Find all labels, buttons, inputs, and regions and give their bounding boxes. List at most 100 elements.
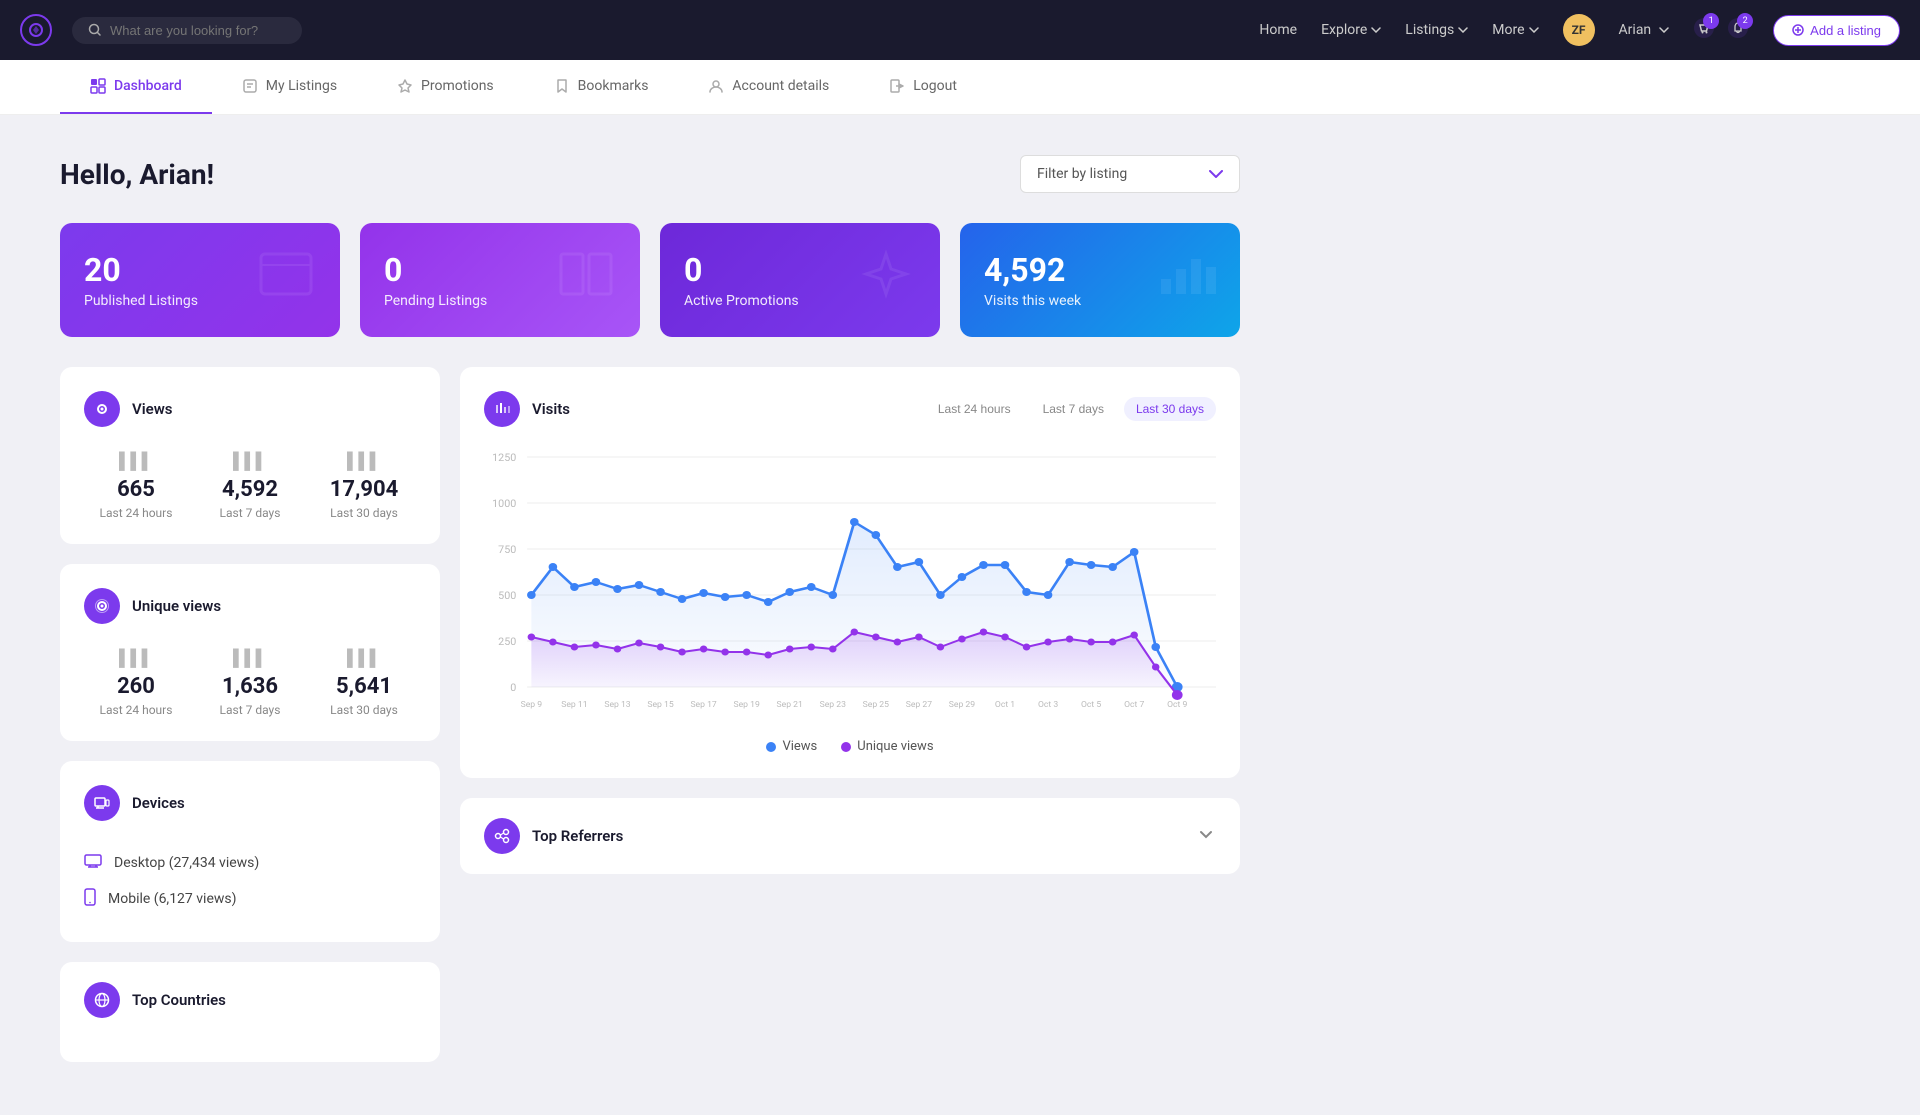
svg-text:1250: 1250 [492, 451, 516, 464]
cart-icon[interactable]: 1 [1693, 17, 1715, 43]
top-countries-icon [84, 982, 120, 1018]
time-filters: Last 24 hours Last 7 days Last 30 days [926, 397, 1216, 421]
svg-text:Sep 11: Sep 11 [561, 700, 587, 710]
filter-24h[interactable]: Last 24 hours [926, 397, 1023, 421]
svg-text:Sep 25: Sep 25 [863, 700, 890, 710]
search-bar[interactable] [72, 17, 302, 44]
views-30d: ▌▌▌ 17,904 Last 30 days [312, 451, 416, 520]
views-stats-row: ▌▌▌ 665 Last 24 hours ▌▌▌ 4,592 Last 7 d… [84, 451, 416, 520]
visits-icon [1156, 249, 1216, 311]
cart-badge: 1 [1703, 13, 1719, 29]
nav-links: Home Explore Listings More ZF Arian 1 2 [1259, 14, 1900, 46]
mobile-label: Mobile (6,127 views) [108, 891, 237, 907]
filter-30d[interactable]: Last 30 days [1124, 397, 1216, 421]
sub-navigation: Dashboard My Listings Promotions Bookmar… [0, 60, 1920, 115]
device-list: Desktop (27,434 views) Mobile (6,127 vie… [84, 845, 416, 918]
right-column: Visits Last 24 hours Last 7 days Last 30… [460, 367, 1240, 1062]
views-widget-header: Views [84, 391, 416, 427]
devices-widget-title: Devices [132, 794, 185, 812]
unique-views-stats-row: ▌▌▌ 260 Last 24 hours ▌▌▌ 1,636 Last 7 d… [84, 648, 416, 717]
legend-views: Views [766, 739, 817, 754]
svg-text:750: 750 [498, 543, 516, 556]
pending-icon [556, 249, 616, 311]
referrers-icon [484, 818, 520, 854]
nav-more[interactable]: More [1492, 22, 1538, 38]
unique-7d-label: Last 7 days [198, 703, 302, 717]
chart-legend: Views Unique views [484, 739, 1216, 754]
svg-text:Oct 3: Oct 3 [1038, 700, 1059, 710]
chevron-down-icon [1196, 824, 1216, 844]
tab-account-details[interactable]: Account details [678, 60, 859, 114]
unique-views-widget-header: Unique views [84, 588, 416, 624]
nav-home[interactable]: Home [1259, 22, 1297, 38]
views-7d: ▌▌▌ 4,592 Last 7 days [198, 451, 302, 520]
mobile-icon [84, 888, 96, 910]
bar-icon: ▌▌▌ [84, 648, 188, 668]
tab-logout[interactable]: Logout [859, 60, 987, 114]
filter-7d[interactable]: Last 7 days [1031, 397, 1116, 421]
views-30d-label: Last 30 days [312, 506, 416, 520]
chevron-down-icon [1458, 27, 1468, 33]
add-listing-button[interactable]: Add a listing [1773, 15, 1900, 46]
bottom-grid: Views ▌▌▌ 665 Last 24 hours ▌▌▌ 4,592 La… [60, 367, 1240, 1062]
chart-area: 1250 1000 750 500 250 0 [484, 447, 1216, 727]
search-input[interactable] [110, 23, 286, 38]
views-30d-value: 17,904 [312, 477, 416, 502]
svg-text:Sep 9: Sep 9 [521, 700, 543, 710]
top-countries-title: Top Countries [132, 991, 226, 1009]
left-column: Views ▌▌▌ 665 Last 24 hours ▌▌▌ 4,592 La… [60, 367, 440, 1062]
nav-listings[interactable]: Listings [1405, 22, 1468, 38]
referrers-title-row: Top Referrers [484, 818, 623, 854]
bookmarks-icon [554, 78, 570, 94]
views-24h-value: 665 [84, 477, 188, 502]
unique-24h-value: 260 [84, 674, 188, 699]
user-name[interactable]: Arian [1619, 22, 1670, 38]
svg-text:250: 250 [498, 635, 516, 648]
bar-icon: ▌▌▌ [84, 451, 188, 471]
account-icon [708, 78, 724, 94]
unique-24h: ▌▌▌ 260 Last 24 hours [84, 648, 188, 717]
svg-text:Oct 9: Oct 9 [1167, 700, 1188, 710]
avatar[interactable]: ZF [1563, 14, 1595, 46]
svg-text:Sep 23: Sep 23 [820, 700, 847, 710]
chart-header: Visits Last 24 hours Last 7 days Last 30… [484, 391, 1216, 427]
desktop-icon [84, 853, 102, 872]
views-7d-label: Last 7 days [198, 506, 302, 520]
bar-icon: ▌▌▌ [198, 648, 302, 668]
filter-dropdown[interactable]: Filter by listing [1020, 155, 1240, 193]
stat-card-pending: 0 Pending Listings [360, 223, 640, 337]
tab-bookmarks[interactable]: Bookmarks [524, 60, 679, 114]
device-desktop: Desktop (27,434 views) [84, 845, 416, 880]
referrers-expand[interactable] [1196, 824, 1216, 848]
unique-views-widget-title: Unique views [132, 597, 221, 615]
bar-icon: ▌▌▌ [198, 451, 302, 471]
chevron-down-icon [1371, 27, 1381, 33]
devices-widget-header: Devices [84, 785, 416, 821]
svg-text:Sep 19: Sep 19 [734, 700, 761, 710]
desktop-label: Desktop (27,434 views) [114, 855, 259, 871]
top-countries-header: Top Countries [84, 982, 416, 1018]
unique-views-widget: Unique views ▌▌▌ 260 Last 24 hours ▌▌▌ 1… [60, 564, 440, 741]
page-title: Hello, Arian! [60, 158, 214, 191]
legend-views-label: Views [782, 739, 817, 754]
unique-30d-label: Last 30 days [312, 703, 416, 717]
chevron-down-icon [1209, 170, 1223, 178]
tab-my-listings[interactable]: My Listings [212, 60, 367, 114]
bar-icon: ▌▌▌ [312, 451, 416, 471]
views-widget-icon [84, 391, 120, 427]
dashboard-icon [90, 78, 106, 94]
views-widget: Views ▌▌▌ 665 Last 24 hours ▌▌▌ 4,592 La… [60, 367, 440, 544]
referrers-title: Top Referrers [532, 827, 623, 845]
devices-widget: Devices Desktop (27,434 views) Mobile (6… [60, 761, 440, 942]
filter-label: Filter by listing [1037, 166, 1127, 182]
legend-unique-views-label: Unique views [857, 739, 933, 754]
views-widget-title: Views [132, 400, 173, 418]
tab-dashboard[interactable]: Dashboard [60, 60, 212, 114]
tab-promotions[interactable]: Promotions [367, 60, 524, 114]
views-24h-label: Last 24 hours [84, 506, 188, 520]
notifications-icon[interactable]: 2 [1727, 17, 1749, 43]
svg-text:1000: 1000 [492, 497, 516, 510]
logo[interactable] [20, 14, 52, 46]
nav-explore[interactable]: Explore [1321, 22, 1381, 38]
promotions-icon [397, 78, 413, 94]
